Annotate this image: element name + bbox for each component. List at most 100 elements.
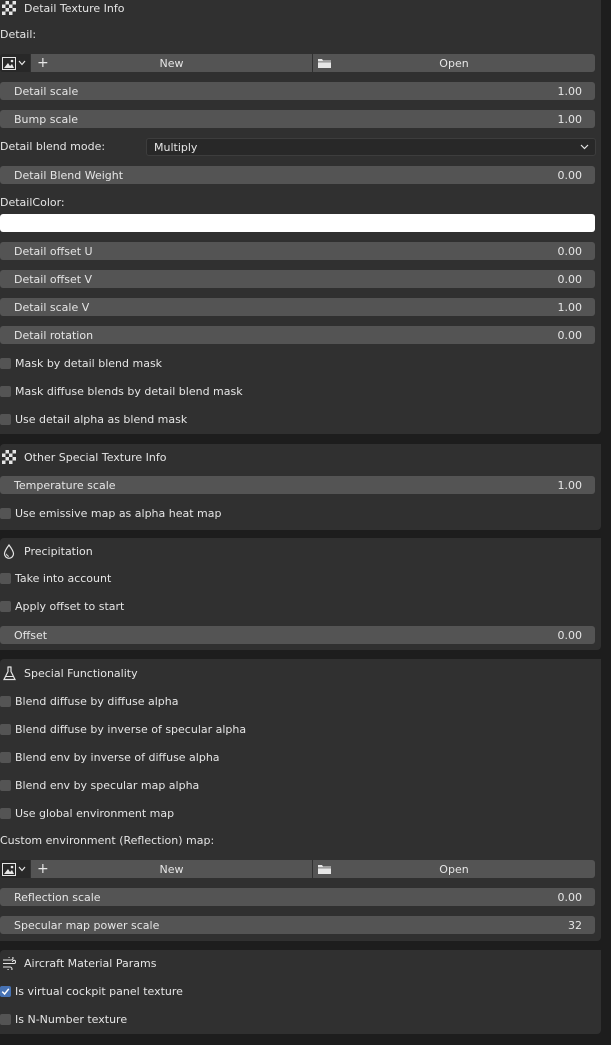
wind-icon <box>2 956 16 970</box>
field-label: Temperature scale <box>14 478 116 492</box>
checkbox-box[interactable] <box>0 572 11 584</box>
detail-scale-field[interactable]: Detail scale 1.00 <box>0 82 595 100</box>
panel-title: Aircraft Material Params <box>24 956 157 970</box>
apply-offset-checkbox[interactable]: Apply offset to start <box>0 597 124 615</box>
new-image-button[interactable]: + New <box>31 54 312 72</box>
mask-diffuse-checkbox[interactable]: Mask diffuse blends by detail blend mask <box>0 382 243 400</box>
other-texture-header[interactable]: Other Special Texture Info <box>0 446 601 468</box>
field-value: 0.00 <box>557 244 583 258</box>
field-label: Detail offset V <box>14 272 93 286</box>
open-image-button[interactable]: Open <box>313 54 595 72</box>
checkbox-box[interactable] <box>0 807 11 819</box>
checkbox-box[interactable] <box>0 695 11 707</box>
folder-icon <box>318 59 331 68</box>
checkbox-box[interactable] <box>0 385 11 397</box>
checkbox-label: Blend diffuse by diffuse alpha <box>15 694 179 708</box>
detail-label: Detail: <box>0 28 37 41</box>
field-value: 1.00 <box>557 478 583 492</box>
checkbox-label: Is virtual cockpit panel texture <box>15 984 183 998</box>
open-label: Open <box>439 56 469 70</box>
offset-field[interactable]: Offset 0.00 <box>0 626 595 644</box>
use-emissive-checkbox[interactable]: Use emissive map as alpha heat map <box>0 504 222 522</box>
use-global-env-checkbox[interactable]: Use global environment map <box>0 804 174 822</box>
field-label: Detail offset U <box>14 244 93 258</box>
open-image-button[interactable]: Open <box>313 860 595 878</box>
offset-v-field[interactable]: Detail offset V 0.00 <box>0 270 595 288</box>
special-functionality-header[interactable]: Special Functionality <box>0 662 601 684</box>
bump-scale-field[interactable]: Bump scale 1.00 <box>0 110 595 128</box>
field-value: 0.00 <box>557 628 583 642</box>
detail-texture-header[interactable]: Detail Texture Info <box>0 0 601 19</box>
field-label: Detail Blend Weight <box>14 168 124 182</box>
blend-diffuse-alpha-checkbox[interactable]: Blend diffuse by diffuse alpha <box>0 692 178 710</box>
blend-env-inv-diffuse-checkbox[interactable]: Blend env by inverse of diffuse alpha <box>0 748 220 766</box>
checkbox-label: Blend env by specular map alpha <box>15 778 200 792</box>
checkbox-label: Mask diffuse blends by detail blend mask <box>15 384 243 398</box>
offset-u-field[interactable]: Detail offset U 0.00 <box>0 242 595 260</box>
checkbox-box[interactable] <box>0 357 11 369</box>
field-label: Specular map power scale <box>14 918 160 932</box>
flask-icon <box>2 665 16 680</box>
field-value: 0.00 <box>557 272 583 286</box>
new-image-button[interactable]: + New <box>31 860 312 878</box>
field-label: Bump scale <box>14 112 79 126</box>
mask-blend-checkbox[interactable]: Mask by detail blend mask <box>0 354 162 372</box>
use-alpha-checkbox[interactable]: Use detail alpha as blend mask <box>0 410 187 428</box>
checkbox-box[interactable] <box>0 600 11 612</box>
checkbox-box[interactable] <box>0 985 11 997</box>
aircraft-material-header[interactable]: Aircraft Material Params <box>0 952 601 974</box>
checkbox-box[interactable] <box>0 413 11 425</box>
blend-mode-label: Detail blend mode: <box>0 140 106 153</box>
checkbox-box[interactable] <box>0 1013 11 1025</box>
blend-env-spec-checkbox[interactable]: Blend env by specular map alpha <box>0 776 199 794</box>
new-label: New <box>159 56 184 70</box>
checkbox-label: Use global environment map <box>15 806 175 820</box>
field-label: Detail scale V <box>14 300 90 314</box>
image-browse-button[interactable] <box>0 54 30 72</box>
blend-weight-field[interactable]: Detail Blend Weight 0.00 <box>0 166 595 184</box>
take-into-account-checkbox[interactable]: Take into account <box>0 569 111 587</box>
field-label: Reflection scale <box>14 890 101 904</box>
n-number-checkbox[interactable]: Is N-Number texture <box>0 1010 127 1028</box>
chevron-down-icon <box>580 144 589 150</box>
checkbox-box[interactable] <box>0 779 11 791</box>
checkbox-box[interactable] <box>0 723 11 735</box>
field-value: 1.00 <box>557 84 583 98</box>
detail-color-swatch[interactable] <box>0 214 595 232</box>
checkbox-label: Blend env by inverse of diffuse alpha <box>15 750 220 764</box>
detail-color-label: DetailColor: <box>0 196 65 209</box>
image-icon <box>2 56 16 70</box>
virtual-cockpit-checkbox[interactable]: Is virtual cockpit panel texture <box>0 982 183 1000</box>
field-value: 1.00 <box>557 300 583 314</box>
new-label: New <box>159 862 184 876</box>
checkbox-label: Blend diffuse by inverse of specular alp… <box>15 722 247 736</box>
checkbox-box[interactable] <box>0 751 11 763</box>
field-value: 0.00 <box>557 168 583 182</box>
env-image-selector: + New Open <box>0 860 595 878</box>
scale-v-field[interactable]: Detail scale V 1.00 <box>0 298 595 316</box>
rotation-field[interactable]: Detail rotation 0.00 <box>0 326 595 344</box>
blend-mode-dropdown[interactable]: Multiply <box>146 138 596 156</box>
image-browse-button[interactable] <box>0 860 30 878</box>
dropdown-value: Multiply <box>154 140 198 154</box>
checkbox-box[interactable] <box>0 507 11 519</box>
reflection-scale-field[interactable]: Reflection scale 0.00 <box>0 888 595 906</box>
panel-title: Other Special Texture Info <box>24 450 167 464</box>
checker-icon <box>2 1 16 15</box>
precipitation-panel: Precipitation Take into account Apply of… <box>0 538 601 650</box>
chevron-down-icon <box>18 866 26 872</box>
detail-texture-panel: Detail Texture Info Detail: + New Open D… <box>0 0 601 434</box>
plus-icon: + <box>37 55 49 71</box>
precipitation-header[interactable]: Precipitation <box>0 540 601 562</box>
blend-diffuse-inv-spec-checkbox[interactable]: Blend diffuse by inverse of specular alp… <box>0 720 246 738</box>
plus-icon: + <box>37 861 49 877</box>
aircraft-material-panel: Aircraft Material Params Is virtual cock… <box>0 950 601 1034</box>
temperature-scale-field[interactable]: Temperature scale 1.00 <box>0 476 595 494</box>
chevron-down-icon <box>18 60 26 66</box>
checkbox-label: Take into account <box>15 571 112 585</box>
panel-title: Detail Texture Info <box>24 1 125 15</box>
other-texture-panel: Other Special Texture Info Temperature s… <box>0 444 601 530</box>
folder-icon <box>318 865 331 874</box>
checkbox-label: Use emissive map as alpha heat map <box>15 506 222 520</box>
specular-power-field[interactable]: Specular map power scale 32 <box>0 916 595 934</box>
